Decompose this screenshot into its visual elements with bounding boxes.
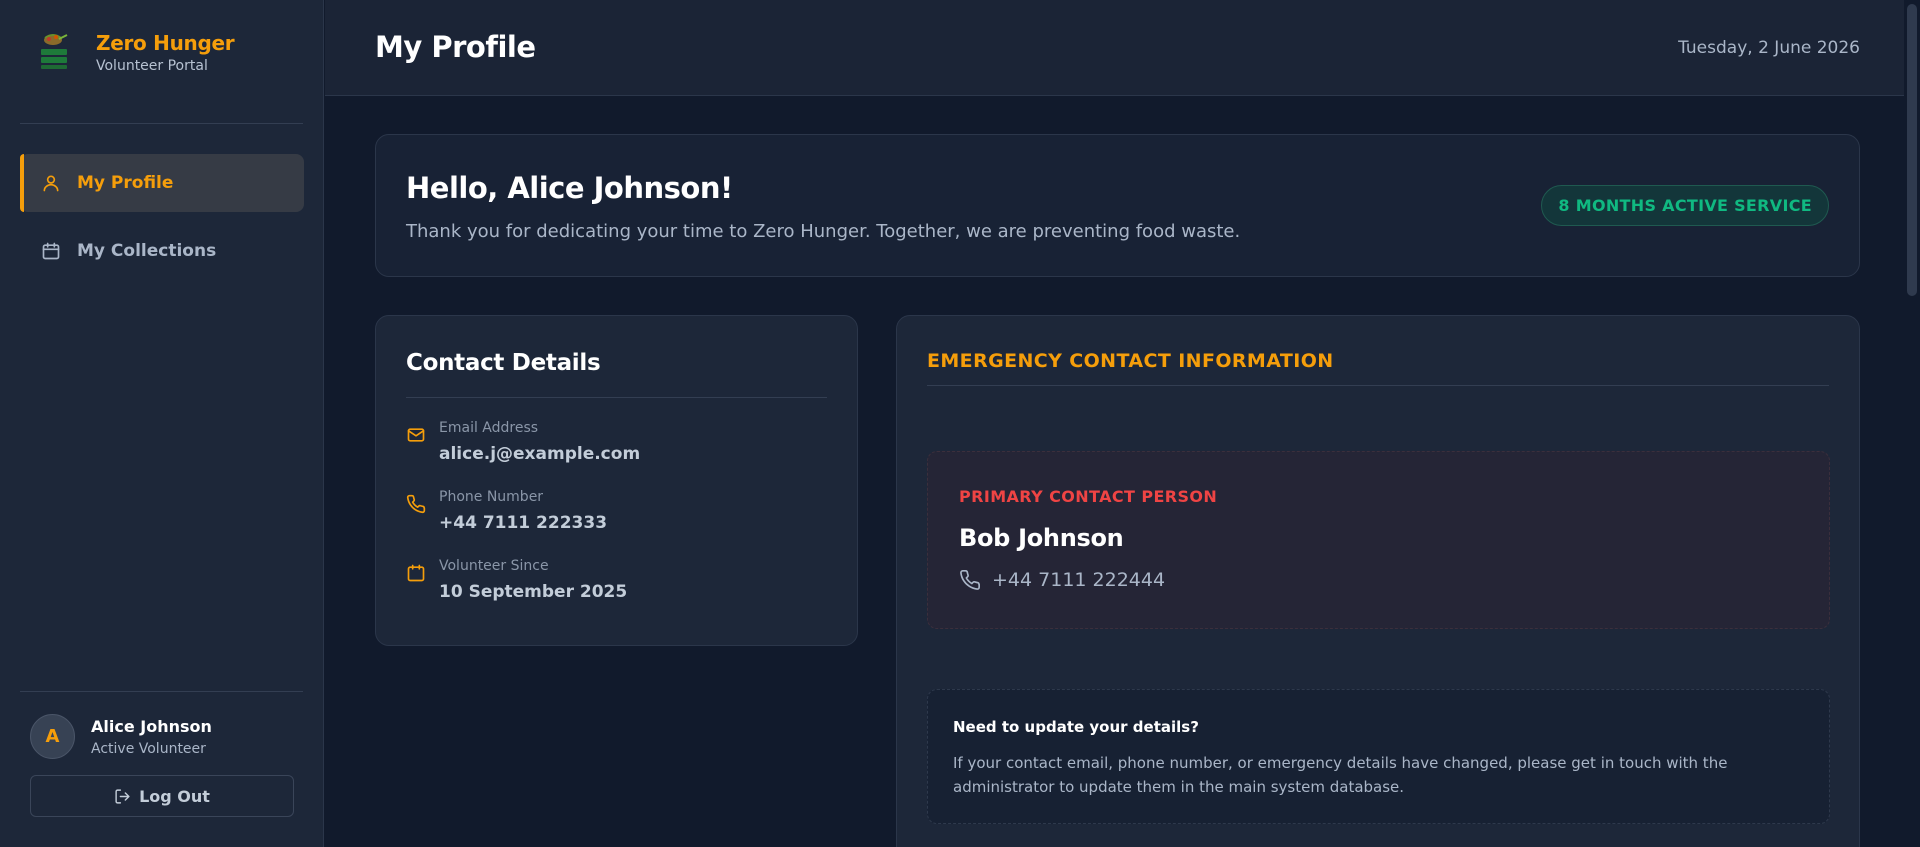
phone-label: Phone Number: [439, 489, 544, 505]
scrollbar-thumb[interactable]: [1907, 4, 1917, 296]
phone-icon: [406, 494, 428, 516]
sidebar: Zero Hunger Volunteer Portal My Profile …: [0, 0, 324, 847]
user-icon: [40, 172, 62, 194]
logout-button[interactable]: Log Out: [30, 775, 294, 817]
phone-icon: [959, 569, 981, 591]
email-label: Email Address: [439, 420, 539, 436]
current-date: Tuesday, 2 June 2026: [1678, 38, 1860, 58]
volunteer-since-value: 10 September 2025: [439, 582, 628, 602]
brand-name: Zero Hunger: [96, 31, 235, 55]
sidebar-item-my-profile[interactable]: My Profile: [20, 154, 304, 212]
primary-contact-phone-value: +44 7111 222444: [992, 569, 1166, 591]
divider: [406, 397, 827, 398]
volunteer-since-field: Volunteer Since 10 September 2025: [406, 558, 627, 602]
update-details-note: Need to update your details? If your con…: [927, 689, 1830, 824]
sidebar-divider: [20, 691, 303, 692]
welcome-title: Hello, Alice Johnson!: [406, 171, 733, 205]
email-field: Email Address alice.j@example.com: [406, 420, 640, 464]
phone-value: +44 7111 222333: [439, 513, 608, 533]
brand: Zero Hunger Volunteer Portal: [36, 30, 235, 74]
primary-contact-label: PRIMARY CONTACT PERSON: [959, 487, 1218, 506]
user-card: A Alice Johnson Active Volunteer: [30, 714, 212, 759]
phone-field: Phone Number +44 7111 222333: [406, 489, 607, 533]
sidebar-item-label: My Profile: [77, 173, 174, 193]
brand-subtitle: Volunteer Portal: [96, 58, 208, 74]
calendar-icon: [406, 563, 428, 585]
volunteer-since-label: Volunteer Since: [439, 558, 549, 574]
contact-details-title: Contact Details: [406, 350, 601, 376]
zero-hunger-logo-icon: [36, 30, 72, 74]
email-value: alice.j@example.com: [439, 444, 641, 464]
update-details-text: If your contact email, phone number, or …: [953, 754, 1728, 796]
top-bar: My Profile Tuesday, 2 June 2026: [325, 0, 1904, 96]
mail-icon: [406, 425, 428, 447]
sidebar-nav: My Profile My Collections: [20, 154, 304, 290]
sidebar-item-label: My Collections: [77, 241, 217, 261]
divider: [927, 385, 1829, 386]
calendar-icon: [40, 240, 62, 262]
page-title: My Profile: [375, 30, 536, 64]
avatar: A: [30, 714, 75, 759]
user-name: Alice Johnson: [91, 716, 212, 736]
primary-contact-box: PRIMARY CONTACT PERSON Bob Johnson +44 7…: [927, 451, 1830, 629]
update-details-title: Need to update your details?: [953, 718, 1199, 736]
sidebar-item-my-collections[interactable]: My Collections: [20, 222, 304, 280]
welcome-subtitle: Thank you for dedicating your time to Ze…: [406, 221, 1241, 242]
logout-icon: [114, 788, 131, 805]
emergency-title: EMERGENCY CONTACT INFORMATION: [927, 350, 1334, 372]
service-badge: 8 MONTHS ACTIVE SERVICE: [1541, 185, 1829, 226]
user-role: Active Volunteer: [91, 740, 206, 757]
welcome-card: Hello, Alice Johnson! Thank you for dedi…: [375, 134, 1860, 277]
logout-label: Log Out: [139, 786, 210, 806]
contact-details-card: Contact Details Email Address alice.j@ex…: [375, 315, 858, 646]
emergency-contact-card: EMERGENCY CONTACT INFORMATION PRIMARY CO…: [896, 315, 1860, 847]
primary-contact-name: Bob Johnson: [959, 524, 1124, 552]
page-scrollbar[interactable]: [1904, 0, 1920, 847]
sidebar-divider: [20, 123, 303, 124]
primary-contact-phone: +44 7111 222444: [959, 569, 1165, 591]
